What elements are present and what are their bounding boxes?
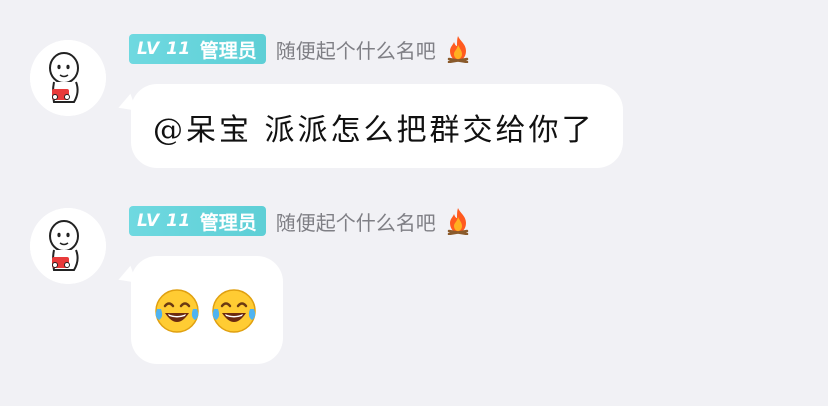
level-badge: LV 11 管理员 [129, 34, 266, 64]
chat-message: LV 11 管理员 随便起个什么名吧 @呆宝 派派怎么把群交给你了 [0, 0, 828, 190]
avatar-figure-icon [30, 208, 106, 284]
emoji-row [153, 287, 267, 335]
fire-icon [447, 36, 468, 63]
sender-meta: LV 11 管理员 随便起个什么名吧 [129, 206, 471, 236]
message-text: @呆宝 派派怎么把群交给你了 [153, 113, 595, 148]
sender-meta: LV 11 管理员 随便起个什么名吧 [129, 34, 471, 64]
message-bubble[interactable] [115, 256, 283, 364]
tears-of-joy-emoji-icon [155, 289, 199, 333]
bubble-tail [115, 265, 137, 289]
sender-nickname[interactable]: 随便起个什么名吧 [276, 35, 436, 64]
sender-nickname[interactable]: 随便起个什么名吧 [276, 207, 436, 236]
avatar-figure-icon [30, 40, 106, 116]
level-badge: LV 11 管理员 [129, 206, 266, 236]
level-label: LV 11 [137, 211, 191, 231]
message-bubble[interactable]: @呆宝 派派怎么把群交给你了 [115, 84, 623, 168]
bubble-tail [115, 93, 137, 117]
fire-icon [447, 208, 468, 235]
avatar[interactable] [30, 40, 106, 116]
role-label: 管理员 [199, 39, 257, 62]
level-label: LV 11 [137, 39, 191, 59]
chat-message: LV 11 管理员 随便起个什么名吧 [0, 190, 828, 406]
avatar[interactable] [30, 208, 106, 284]
role-label: 管理员 [199, 211, 257, 234]
tears-of-joy-emoji-icon [212, 289, 256, 333]
